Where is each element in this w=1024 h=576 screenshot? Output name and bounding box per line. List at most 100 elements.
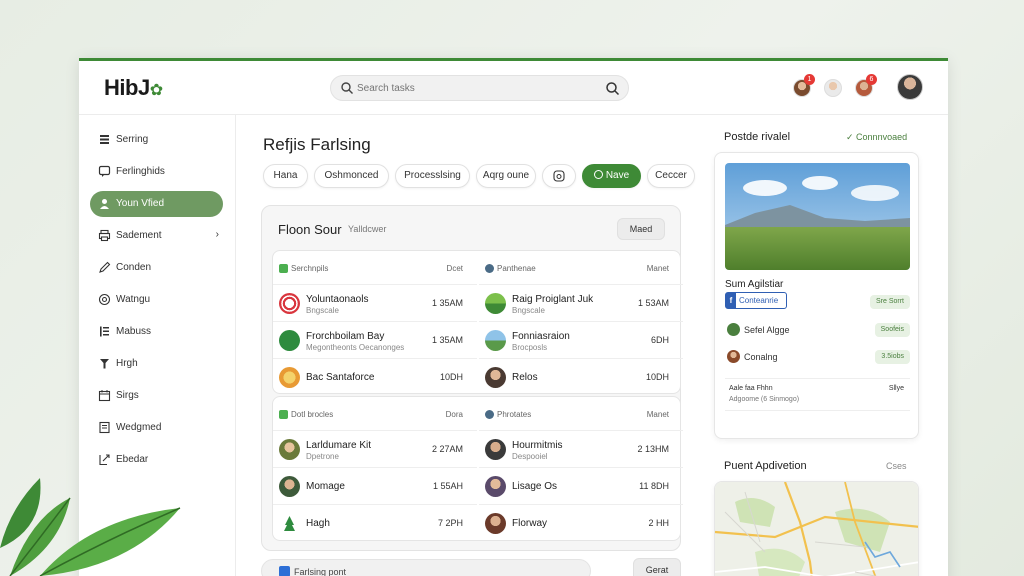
chip-emoji[interactable] xyxy=(542,164,576,188)
task-table-1: Serchnpils Dcet Yoluntaonaols Bngscale 1… xyxy=(272,250,683,396)
status-badge: 3.5iobs xyxy=(875,350,910,364)
user-avatar[interactable] xyxy=(897,74,923,100)
card-row[interactable]: Sefel Algge Soofeis xyxy=(725,320,910,340)
list-item[interactable]: Hourmitmis Despooiel 2 13HM xyxy=(479,431,683,468)
sidebar-item-sirgs[interactable]: Sirgs xyxy=(90,383,223,409)
right-panel: Postde rivalel ✓ Connnvoaed Sum Agilstia… xyxy=(698,115,948,576)
leaf-badge-icon xyxy=(279,330,300,351)
card-note: Aale faa Fhhn Adgoome (6 Sinmogo) Sllye xyxy=(725,378,910,411)
app-window: HibJ✿ 1 6 Serring Ferlinghids Youn Vfied xyxy=(79,58,948,576)
column-header: Serchnpils Dcet xyxy=(273,251,477,285)
card-row[interactable]: Conalng 3.5iobs xyxy=(725,347,910,367)
sidebar-item-sadement[interactable]: Sadement › xyxy=(90,223,223,249)
message-badge: 6 xyxy=(866,74,877,85)
pin-icon xyxy=(100,359,109,369)
message-avatar[interactable]: 6 xyxy=(855,74,877,97)
person-avatar xyxy=(727,350,740,363)
sidebar-item-watngu[interactable]: Watngu xyxy=(90,287,223,313)
chip-oshmonced[interactable]: Oshmonced xyxy=(314,164,389,188)
calendar-icon xyxy=(98,390,111,402)
composer-bar[interactable]: Farlsing pont xyxy=(261,559,591,576)
panel-action-button[interactable]: Maed xyxy=(617,218,665,240)
person-avatar xyxy=(279,476,300,497)
list-item[interactable]: Momage 1 55AH xyxy=(273,468,477,505)
page-title: Refjis Farlsing xyxy=(263,135,371,154)
notification-badge: 1 xyxy=(804,74,815,85)
section-link[interactable]: Cses xyxy=(886,461,907,471)
facebook-icon: f xyxy=(726,293,736,308)
check-icon xyxy=(279,410,288,419)
toggle-icon xyxy=(593,170,603,179)
stack-icon xyxy=(100,135,109,144)
person-avatar xyxy=(485,513,506,534)
chip-nave[interactable]: Nave xyxy=(582,164,641,188)
map-image xyxy=(715,482,918,576)
card-social-row: f Conteanrie Sre Sorrt xyxy=(725,292,910,312)
target-icon xyxy=(279,293,300,314)
chevron-right-icon[interactable]: › xyxy=(216,229,219,240)
sidebar-item-serring[interactable]: Serring xyxy=(90,127,223,153)
check-small-icon: ✓ xyxy=(846,132,857,142)
chip-ceccer[interactable]: Ceccer xyxy=(647,164,695,188)
shield-icon xyxy=(485,410,494,419)
list-item[interactable]: Yoluntaonaols Bngscale 1 35AM xyxy=(273,285,477,322)
person-avatar xyxy=(485,367,506,388)
notification-avatar[interactable]: 1 xyxy=(793,74,815,97)
landscape-image xyxy=(725,163,910,270)
profile-card: Sum Agilstiar f Conteanrie Sre Sorrt Sef… xyxy=(714,152,919,439)
field-icon xyxy=(485,293,506,314)
list-item[interactable]: Hagh 7 2PH xyxy=(273,505,477,542)
list-item[interactable]: Raig Proiglant Juk Bngscale 1 53AM xyxy=(479,285,683,322)
user-icon xyxy=(100,199,109,209)
app-square-icon xyxy=(279,566,290,576)
chip-hana[interactable]: Hana xyxy=(263,164,308,188)
list-item[interactable]: Lisage Os 11 8DH xyxy=(479,468,683,505)
sidebar-item-youn-vfied[interactable]: Youn Vfied xyxy=(90,191,223,217)
submit-button[interactable]: Gerat xyxy=(633,558,681,576)
contact-avatar[interactable] xyxy=(824,79,842,97)
sidebar-item-conden[interactable]: Conden xyxy=(90,255,223,281)
landscape-icon xyxy=(485,330,506,351)
column-header: Phrotates Manet xyxy=(479,397,683,431)
person-avatar xyxy=(279,439,300,460)
search-bar[interactable] xyxy=(330,75,629,101)
check-icon xyxy=(279,264,288,273)
sidebar-item-hrgh[interactable]: Hrgh xyxy=(90,351,223,377)
list-icon xyxy=(100,326,109,337)
list-item[interactable]: Bac Santaforce 10DH xyxy=(273,359,477,396)
task-table-2: Dotl brocles Dora Larldumare Kit Dpetron… xyxy=(272,396,683,542)
plant-icon xyxy=(279,513,300,534)
printer-icon xyxy=(98,229,111,242)
leaf-badge-icon xyxy=(727,323,740,336)
leaf-icon: ✿ xyxy=(149,82,163,99)
app-logo[interactable]: HibJ✿ xyxy=(104,75,163,101)
section-title: Puent Apdivetion xyxy=(724,460,807,472)
top-header: HibJ✿ 1 6 xyxy=(79,61,948,115)
list-item[interactable]: Larldumare Kit Dpetrone 2 27AM xyxy=(273,431,477,468)
chat-icon xyxy=(98,165,111,177)
list-item[interactable]: Fonniasraion Brocposls 6DH xyxy=(479,322,683,359)
main-content: Refjis Farlsing Hana Oshmonced Processls… xyxy=(236,115,698,576)
emoji-icon xyxy=(553,170,565,182)
list-item[interactable]: Relos 10DH xyxy=(479,359,683,396)
facebook-button[interactable]: f Conteanrie xyxy=(725,292,787,309)
list-item[interactable]: Frorchboilam Bay Megontheonts Oecanonges… xyxy=(273,322,477,359)
status-badge: Sre Sorrt xyxy=(869,295,910,309)
chip-processlsing[interactable]: Processlsing xyxy=(395,164,470,188)
status-badge: Soofeis xyxy=(874,323,910,337)
sidebar-item-wedgmed[interactable]: Wedgmed xyxy=(90,415,223,441)
search-submit-icon[interactable] xyxy=(605,81,620,96)
sidebar-item-mabuss[interactable]: Mabuss xyxy=(90,319,223,345)
column-header: Panthenae Manet xyxy=(479,251,683,285)
chip-aqrg-oune[interactable]: Aqrg oune xyxy=(476,164,536,188)
shield-icon xyxy=(485,264,494,273)
sidebar-item-ferlinghids[interactable]: Ferlinghids xyxy=(90,159,223,185)
list-item[interactable]: Florway 2 HH xyxy=(479,505,683,542)
sun-icon xyxy=(279,367,300,388)
panel-subtitle: Yalldcwer xyxy=(348,224,387,234)
person-avatar xyxy=(485,476,506,497)
map-view[interactable] xyxy=(714,481,919,576)
at-icon xyxy=(98,293,111,306)
search-input[interactable] xyxy=(357,80,597,97)
section-link[interactable]: ✓ Connnvoaed xyxy=(846,132,907,143)
